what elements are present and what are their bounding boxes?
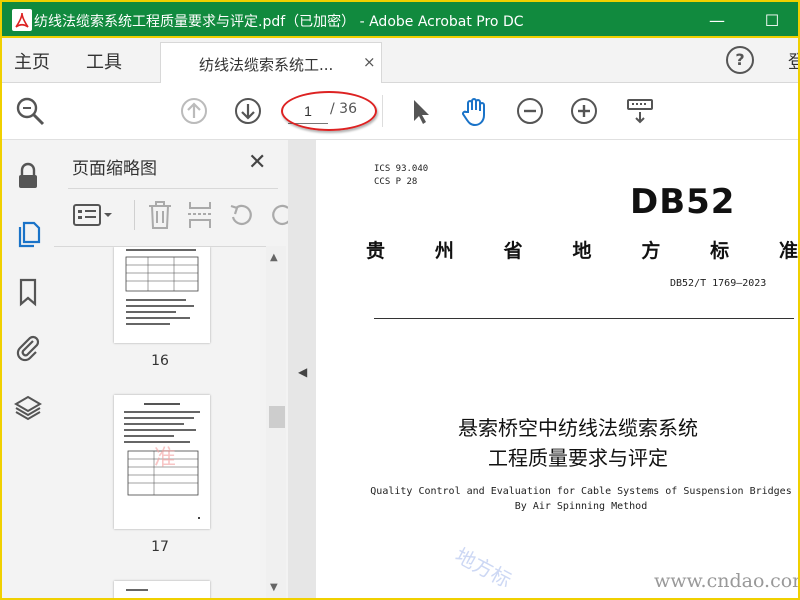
panel-tool-divider [134,200,135,230]
hand-tool-icon[interactable] [458,95,490,127]
thumbnail-page-label: 16 [151,353,169,369]
page-thumbnails-icon[interactable] [12,218,44,250]
sign-in-link[interactable]: 登 [788,48,800,74]
rotate-clockwise-icon[interactable] [268,200,288,230]
maximize-button[interactable]: ☐ [757,8,787,34]
standard-type-heading: 贵 州 省 地 方 标 准 [366,236,798,263]
heading-char: 贵 [366,240,386,262]
standard-code-logo: DB52 [630,182,736,222]
minimize-button[interactable]: — [702,8,732,34]
thumbnail-list[interactable]: 16 准 17 [54,246,266,599]
scroll-up-icon[interactable]: ▲ [270,252,278,263]
toolbar-divider [382,95,383,127]
ics-code: ICS 93.040 [374,164,429,174]
document-page: ICS 93.040 CCS P 28 DB52 贵 州 省 地 方 标 准 D… [316,140,798,598]
title-bar: 纺线法缆索系统工程质量要求与评定.pdf（已加密） - Adobe Acroba… [0,0,800,38]
zoom-out-icon[interactable] [514,95,546,127]
close-tab-icon[interactable]: × [363,53,376,71]
thumbnail-scrollbar[interactable]: ▲ ▼ [266,246,286,598]
close-panel-icon[interactable]: ✕ [248,150,266,175]
rotate-page-icon[interactable] [228,200,256,230]
acrobat-logo-icon [12,9,32,31]
heading-char: 地 [572,240,592,262]
layers-icon[interactable] [12,392,44,424]
page-thumbnails-panel: 页面缩略图 ✕ 16 准 17 ▲ ▼ [54,140,288,599]
thumbnail-page-17[interactable]: 准 [114,395,210,529]
collapse-panel-icon[interactable]: ◀ [298,365,307,379]
watermark-text: 地方标 [451,543,516,593]
window-title: 纺线法缆索系统工程质量要求与评定.pdf（已加密） - Adobe Acroba… [34,14,524,30]
panel-splitter[interactable]: ◀ [288,140,316,598]
english-title-line-2: By Air Spinning Method [514,501,648,512]
ccs-code: CCS P 28 [374,177,418,187]
previous-page-icon[interactable] [178,95,210,127]
next-page-icon[interactable] [232,95,264,127]
document-tab-label: 纺线法缆索系统工... [199,56,334,74]
heading-char: 标 [710,240,730,262]
delete-page-icon[interactable] [146,200,174,230]
tab-tools[interactable]: 工具 [86,48,122,74]
thumbnail-page-label: 17 [151,539,169,555]
tab-home[interactable]: 主页 [14,48,50,74]
thumbnail-options-icon[interactable] [72,202,116,228]
lock-icon[interactable] [12,160,44,192]
document-title-line-2: 工程质量要求与评定 [488,446,668,470]
heading-char: 方 [641,240,661,262]
heading-char: 省 [503,240,523,262]
annotation-ellipse [281,91,377,131]
panel-separator [68,188,278,189]
thumbnail-page-16[interactable] [114,247,210,343]
zoom-in-icon[interactable] [568,95,600,127]
svg-text:准: 准 [154,446,176,471]
header-rule [374,318,794,319]
select-cursor-icon[interactable] [404,95,436,127]
zoom-search-icon[interactable] [14,95,46,127]
tab-document[interactable]: 纺线法缆索系统工... × [160,42,382,83]
document-view[interactable]: ICS 93.040 CCS P 28 DB52 贵 州 省 地 方 标 准 D… [316,140,798,598]
document-title-line-1: 悬索桥空中纺线法缆索系统 [458,416,698,440]
keyboard-tools-icon[interactable] [624,95,656,127]
bookmark-icon[interactable] [12,276,44,308]
standard-number: DB52/T 1769—2023 [670,278,767,289]
heading-char: 州 [434,240,454,262]
tab-bar: 主页 工具 纺线法缆索系统工... × ? 登 [2,38,800,83]
thumbnail-page-18[interactable] [114,581,210,599]
attachment-icon[interactable] [12,332,44,364]
panel-title: 页面缩略图 [72,159,157,179]
panel-toolbar [54,196,288,236]
help-icon[interactable]: ? [726,46,754,74]
scroll-down-icon[interactable]: ▼ [270,582,278,593]
watermark-url: www.cndao.com [654,570,798,592]
extract-pages-icon[interactable] [186,200,214,230]
heading-char: 准 [778,240,798,262]
title-bar-background: 纺线法缆索系统工程质量要求与评定.pdf（已加密） - Adobe Acroba… [2,2,798,36]
left-rail [2,140,55,598]
english-title-line-1: Quality Control and Evaluation for Cable… [370,486,792,497]
scroll-thumb[interactable] [269,406,285,428]
main-toolbar: / 36 [2,83,798,140]
